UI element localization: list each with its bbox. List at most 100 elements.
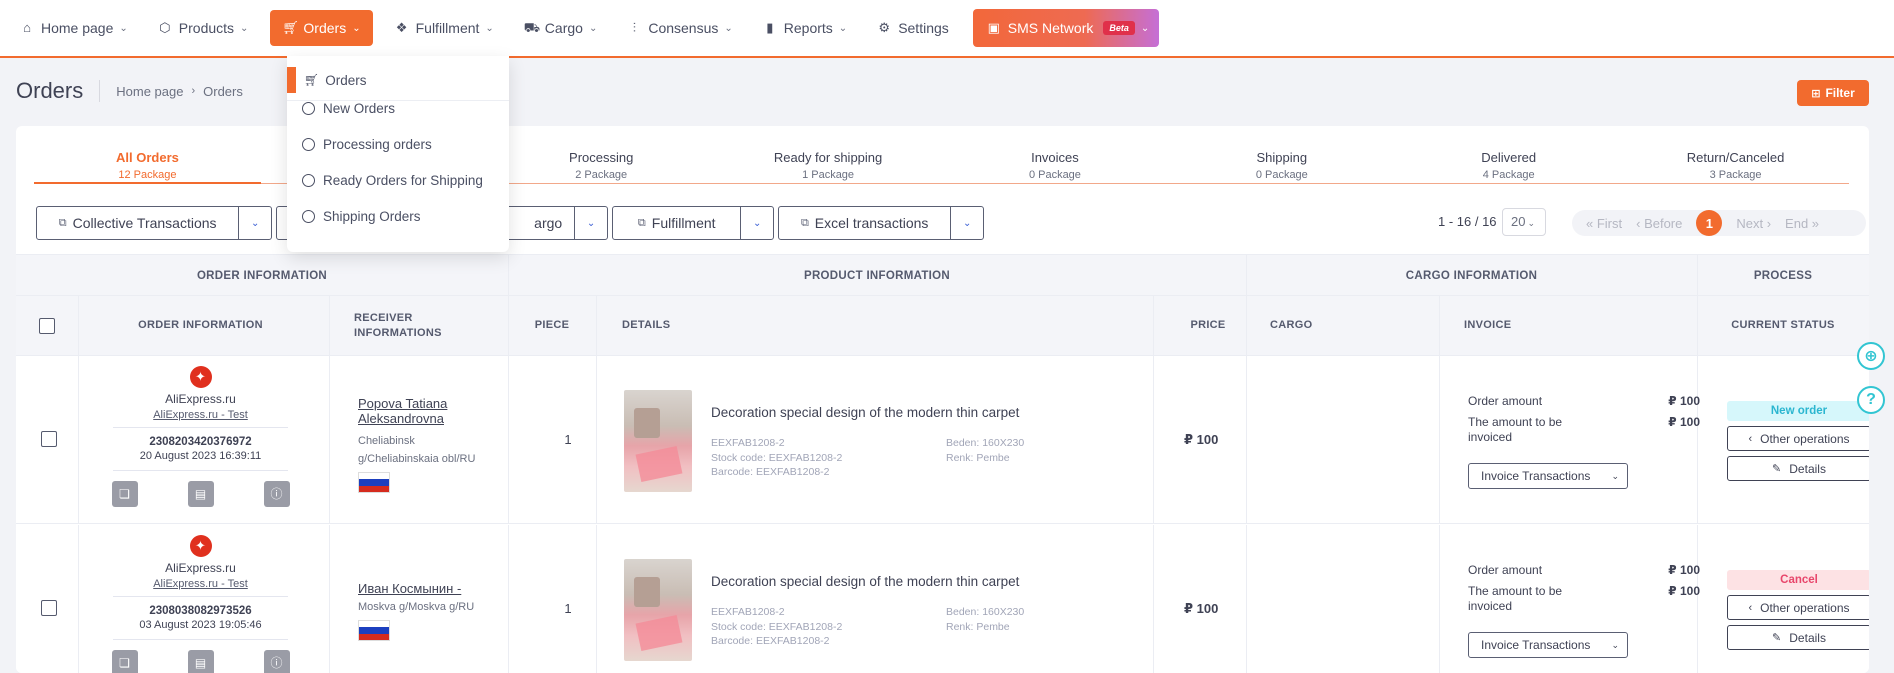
- chevron-down-icon: ⌄: [838, 22, 848, 34]
- dropdown-shipping-orders[interactable]: Shipping Orders: [302, 209, 421, 224]
- row-checkbox[interactable]: [41, 431, 57, 447]
- table-row: ✦ AliExpress.ru AliExpress.ru - Test 230…: [16, 525, 1869, 673]
- tab-invoices[interactable]: Invoices 0 Package: [942, 150, 1169, 183]
- chevron-down-icon: ⌄: [724, 22, 733, 34]
- tab-return-canceled[interactable]: Return/Canceled 3 Package: [1622, 150, 1849, 183]
- table-group-header: ORDER INFORMATION PRODUCT INFORMATION CA…: [16, 254, 1869, 296]
- external-link-icon: ⧉: [800, 216, 809, 229]
- receiver-address: Cheliabinsk g/Cheliabinskaia obl/RU: [358, 435, 476, 465]
- receiver-name[interactable]: Иван Космынин -: [358, 581, 488, 596]
- help-icon[interactable]: ?: [1857, 386, 1885, 414]
- gear-icon: ⚙: [878, 20, 891, 35]
- other-operations-button[interactable]: ‹ Other operations: [1727, 595, 1869, 620]
- last-page-button[interactable]: End »: [1785, 216, 1819, 231]
- nav-fulfillment[interactable]: ❖ Fulfillment ⌄: [387, 10, 502, 46]
- details-button[interactable]: ✎ Details: [1727, 456, 1869, 481]
- order-date: 20 August 2023 16:39:11: [113, 450, 288, 471]
- nav-orders[interactable]: 🛒︎ Orders ⌄: [270, 10, 373, 46]
- bookmark-icon[interactable]: ❏: [111, 481, 138, 507]
- receiver-name[interactable]: Popova Tatiana Aleksandrovna: [358, 396, 488, 426]
- bookmark-icon[interactable]: ❏: [111, 650, 138, 673]
- details-button[interactable]: ✎ Details: [1727, 625, 1869, 650]
- chevron-down-icon: ⌄: [1140, 22, 1150, 34]
- nav-products[interactable]: ⬡ Products ⌄: [150, 10, 257, 46]
- tab-ready-for-shipping[interactable]: Ready for shipping 1 Package: [715, 150, 942, 183]
- nav-sms-network[interactable]: ▣ SMS Network Beta ⌄: [972, 9, 1160, 47]
- external-link-icon: ⧉: [58, 216, 67, 229]
- info-icon[interactable]: ⓘ: [263, 481, 290, 507]
- dropdown-new-orders[interactable]: New Orders: [302, 101, 395, 116]
- other-operations-button[interactable]: ‹ Other operations: [1727, 426, 1869, 451]
- page-title: Orders: [16, 78, 84, 103]
- tab-delivered[interactable]: Delivered 4 Package: [1395, 150, 1622, 183]
- tab-all-orders[interactable]: All Orders 12 Package: [34, 150, 261, 184]
- collective-transactions-split: ⧉ Collective Transactions ⌄: [36, 206, 272, 240]
- fulfillment-icon: ❖: [395, 20, 408, 35]
- breadcrumb: Home page › Orders: [99, 80, 243, 102]
- piece-count: 1: [564, 601, 572, 616]
- dropdown-orders-item[interactable]: 🛒︎ Orders: [287, 67, 509, 93]
- russia-flag-icon: [358, 472, 390, 493]
- per-page-select[interactable]: 20 ⌄: [1502, 208, 1546, 236]
- chevron-down-icon[interactable]: ⌄: [951, 207, 983, 239]
- order-info: ✦ AliExpress.ru AliExpress.ru - Test 230…: [78, 366, 323, 507]
- nav-home[interactable]: ⌂ Home page ⌄: [12, 10, 136, 46]
- product-image[interactable]: [624, 390, 692, 492]
- breadcrumb-home[interactable]: Home page: [116, 84, 183, 99]
- fulfillment-button[interactable]: ⧉ Fulfillment: [613, 207, 742, 239]
- filter-button[interactable]: ⊞ Filter: [1797, 80, 1869, 106]
- edit-icon: ✎: [1772, 463, 1782, 475]
- invoice-transactions-dropdown[interactable]: Invoice Transactions ⌄: [1468, 632, 1628, 658]
- info-icon[interactable]: ⓘ: [263, 650, 290, 673]
- row-checkbox[interactable]: [41, 600, 57, 616]
- clipboard-icon[interactable]: ▤: [187, 650, 214, 673]
- table-row: ✦ AliExpress.ru AliExpress.ru - Test 230…: [16, 356, 1869, 524]
- truck-icon: ⛟: [523, 20, 541, 35]
- status-badge: Cancel: [1727, 570, 1869, 590]
- nav-consensus[interactable]: ⫶ Consensus ⌄: [619, 10, 740, 46]
- external-link-icon: ⧉: [637, 216, 646, 229]
- current-page[interactable]: 1: [1696, 210, 1723, 236]
- select-all-checkbox[interactable]: [39, 317, 55, 334]
- store-link[interactable]: AliExpress.ru - Test: [113, 409, 288, 428]
- product-name: Decoration special design of the modern …: [711, 405, 1020, 420]
- fulfillment-split: ⧉ Fulfillment ⌄: [612, 206, 774, 240]
- chevron-down-icon[interactable]: ⌄: [741, 207, 773, 239]
- breadcrumb-orders: Orders: [203, 83, 243, 99]
- prev-page-button[interactable]: ‹ Before: [1636, 216, 1682, 231]
- chevron-down-icon: ⌄: [485, 22, 494, 34]
- chevron-down-icon[interactable]: ⌄: [575, 207, 607, 239]
- product-image[interactable]: [624, 559, 692, 661]
- dropdown-ready-orders[interactable]: Ready Orders for Shipping: [302, 173, 483, 188]
- support-icon[interactable]: ⊕: [1857, 342, 1885, 370]
- status-badge: New order: [1727, 401, 1869, 421]
- nav-cargo[interactable]: ⛟ Cargo ⌄: [516, 10, 606, 46]
- russia-flag-icon: [358, 620, 390, 641]
- box-icon: ⬡: [159, 20, 171, 35]
- chevron-down-icon: ⌄: [588, 22, 598, 34]
- next-page-button[interactable]: Next ›: [1736, 216, 1771, 231]
- chevron-down-icon[interactable]: ⌄: [239, 207, 271, 239]
- excel-transactions-button[interactable]: ⧉ Excel transactions: [779, 207, 952, 239]
- tab-processing[interactable]: Processing 2 Package: [488, 150, 715, 183]
- bag-icon: ▣: [987, 20, 1000, 35]
- cart-icon: 🛒︎: [304, 73, 320, 87]
- nav-settings[interactable]: ⚙ Settings: [869, 10, 957, 46]
- collective-transactions-button[interactable]: ⧉ Collective Transactions: [37, 207, 240, 239]
- first-page-button[interactable]: « First: [1586, 216, 1622, 231]
- nav-reports[interactable]: ▮ Reports ⌄: [755, 10, 855, 46]
- piece-count: 1: [564, 432, 572, 447]
- invoice-amounts: Order amount ₽ 100 The amount to be invoi…: [1468, 563, 1700, 613]
- tab-shipping[interactable]: Shipping 0 Package: [1168, 150, 1395, 183]
- circle-icon: [302, 174, 315, 187]
- product-price: ₽ 100: [1184, 432, 1219, 447]
- cart-icon: 🛒︎: [282, 20, 299, 35]
- product-price: ₽ 100: [1184, 601, 1219, 616]
- chevron-down-icon: ⌄: [1611, 639, 1619, 650]
- dropdown-processing-orders[interactable]: Processing orders: [302, 137, 432, 152]
- invoice-transactions-dropdown[interactable]: Invoice Transactions ⌄: [1468, 463, 1628, 489]
- clipboard-icon[interactable]: ▤: [187, 481, 214, 507]
- page-header: Orders Home page › Orders: [16, 78, 243, 104]
- store-link[interactable]: AliExpress.ru - Test: [113, 578, 288, 597]
- pagination: « First ‹ Before 1 Next › End »: [1572, 210, 1866, 236]
